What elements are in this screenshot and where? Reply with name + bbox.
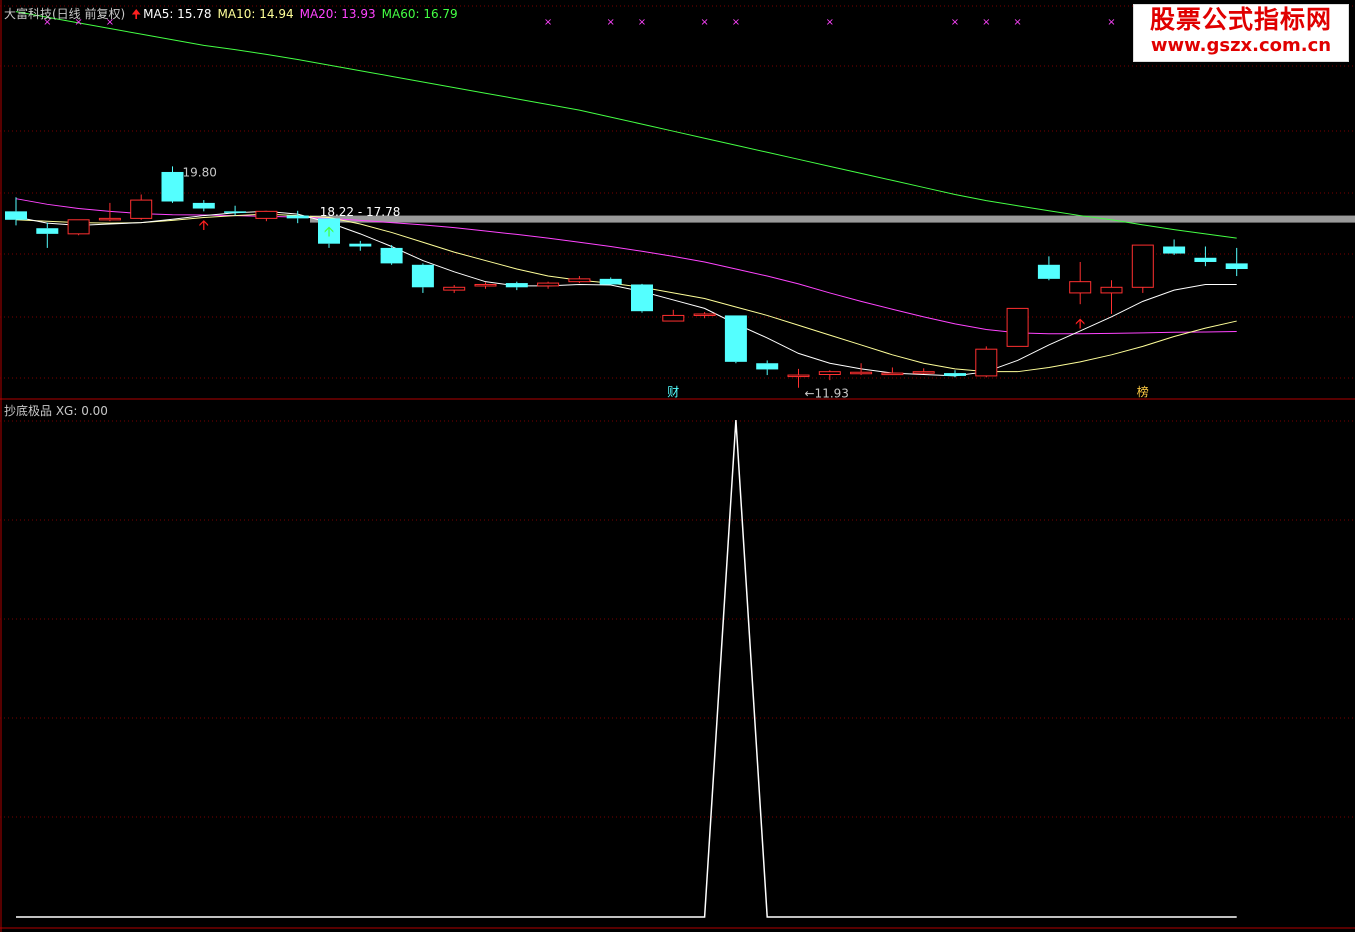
candle-body (67, 219, 90, 235)
signal-x-marker: × (1013, 17, 1021, 28)
candle-body (161, 171, 184, 202)
ma10-label: MA10: 14.94 (217, 7, 294, 21)
signal-x-marker: × (951, 17, 959, 28)
candle-body (130, 199, 153, 219)
candle-body (787, 374, 810, 378)
candle-body (1006, 307, 1029, 347)
signal-x-marker: × (544, 17, 552, 28)
ma5-label: MA5: 15.78 (143, 7, 212, 21)
candle-body (443, 286, 466, 291)
candle-body (1037, 264, 1060, 279)
red-arrow-marker: 🡩 (199, 218, 209, 234)
candle-body (192, 202, 215, 209)
ma60-label: MA60: 16.79 (381, 7, 458, 21)
candle-body (631, 284, 653, 312)
green-arrow-marker: 🡩 (324, 224, 334, 240)
candle-body (1100, 286, 1123, 294)
candle-body (5, 211, 27, 220)
signal-x-marker: × (638, 17, 646, 28)
candle-body (1163, 246, 1186, 254)
candle-body (912, 371, 935, 374)
price-band (310, 215, 1355, 223)
watermark-line2: www.gszx.com.cn (1150, 35, 1332, 56)
stock-chart: ××××××××××××××🡩🡩🡩19.80←11.9318.22 - 17.7… (0, 0, 1355, 932)
candle-body (1069, 281, 1092, 294)
signal-x-marker: × (732, 17, 740, 28)
main-chart-header: 大富科技(日线 前复权) 🠉 MA5: 15.78 MA10: 14.94 MA20: … (4, 5, 464, 26)
candle-body (1131, 244, 1154, 288)
low-price-label: ←11.93 (805, 387, 849, 401)
watermark-logo: 股票公式指标网 www.gszx.com.cn (1133, 4, 1349, 62)
indicator-header: 抄底极品 XG: 0.00 (4, 404, 108, 418)
candle-body (599, 278, 622, 285)
candle-body (98, 217, 121, 221)
candle-body (818, 371, 841, 375)
candle-body (380, 247, 403, 264)
ma20-label: MA20: 13.93 (299, 7, 376, 21)
candle-body (1194, 257, 1217, 262)
band-range-label: 18.22 - 17.78 (320, 205, 401, 219)
candle-body (505, 283, 528, 288)
candle-body (1225, 263, 1248, 270)
candle-body (568, 278, 591, 283)
candle-body (944, 373, 966, 376)
candle-body (224, 211, 247, 213)
signal-x-marker: × (982, 17, 990, 28)
up-arrow-icon: 🠉 (131, 7, 142, 21)
candle-body (349, 243, 372, 247)
ma10-line (15, 213, 1237, 373)
signal-x-marker: × (700, 17, 708, 28)
candle-body (975, 348, 998, 377)
signal-x-marker: × (1107, 17, 1115, 28)
candle-body (881, 372, 904, 376)
candle-body (255, 210, 278, 219)
watermark-line1: 股票公式指标网 (1149, 5, 1332, 34)
high-price-label: 19.80 (183, 165, 217, 179)
candle-body (850, 371, 873, 375)
candle-body (286, 215, 309, 219)
candle-body (724, 315, 747, 362)
candle-body (411, 264, 434, 288)
marker-bang: 榜 (1137, 384, 1149, 399)
xg-series-line (16, 419, 1237, 918)
marker-cai: 财 (667, 385, 679, 399)
candle-body (36, 228, 59, 234)
candle-body (474, 283, 497, 287)
ma5-line (15, 210, 1237, 377)
signal-x-marker: × (826, 17, 834, 28)
candle-body (662, 314, 685, 322)
candle-body (756, 363, 779, 370)
candle-body (537, 282, 560, 287)
candle-body (693, 313, 716, 317)
red-arrow-marker: 🡩 (1075, 316, 1085, 332)
signal-x-marker: × (607, 17, 615, 28)
stock-name: 大富科技(日线 前复权) (4, 7, 126, 21)
